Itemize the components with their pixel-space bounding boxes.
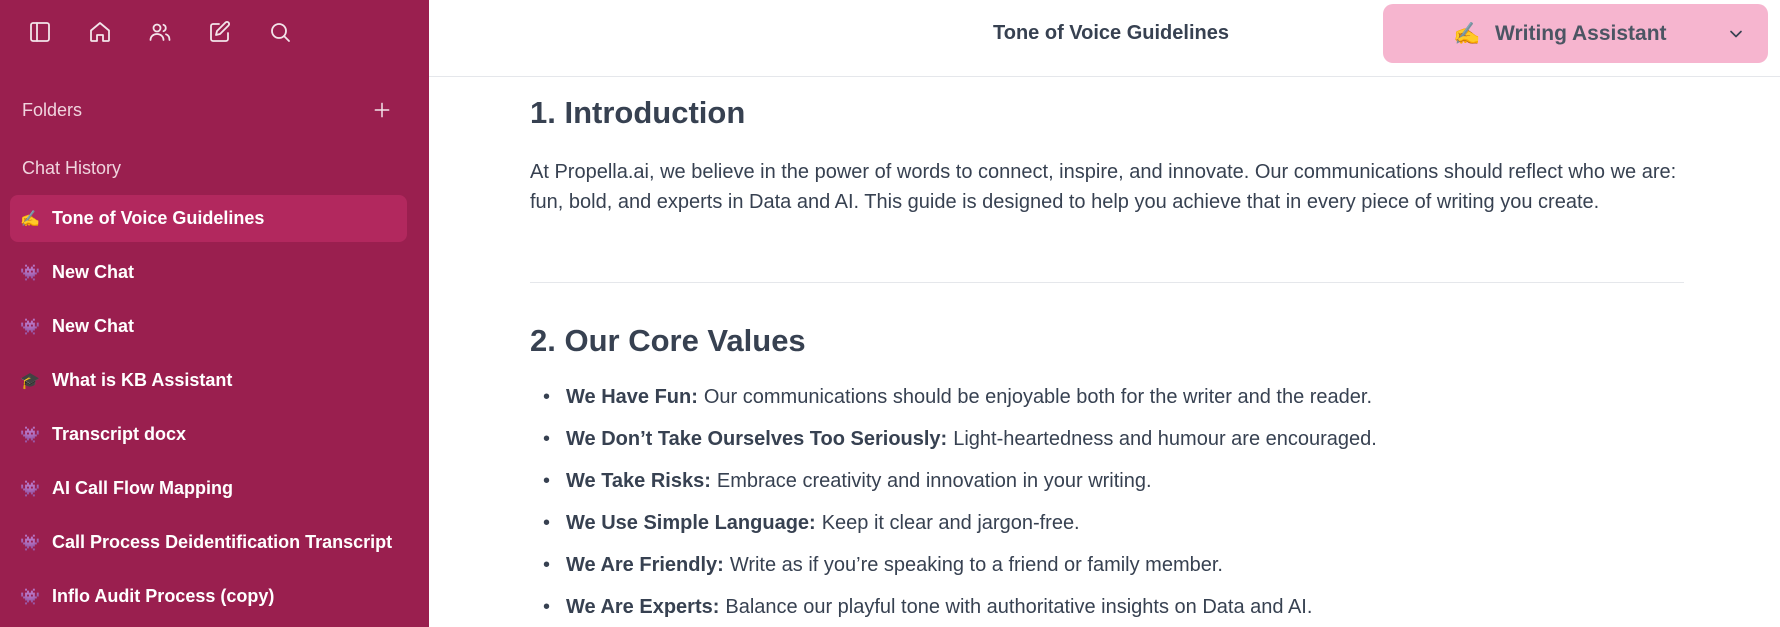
writing-hand-icon: ✍️: [1453, 20, 1481, 46]
value-title: We Have Fun:: [566, 386, 698, 408]
document-header: Tone of Voice Guidelines ✍️ Writing Assi…: [429, 0, 1780, 77]
value-title: We Use Simple Language:: [566, 512, 816, 534]
value-title: We Don’t Take Ourselves Too Seriously:: [566, 428, 948, 450]
sidebar-toolbar: [27, 19, 327, 45]
chat-item-inflo-audit-process[interactable]: 👾 Inflo Audit Process (copy): [10, 573, 407, 620]
sidebar: Folders Chat History ✍️ Tone of Voice Gu…: [0, 0, 429, 627]
folders-label: Folders: [22, 99, 83, 120]
list-item: • We Don’t Take Ourselves Too Seriously: L…: [530, 425, 1684, 467]
graduation-cap-icon: 🎓: [20, 372, 40, 390]
core-values-list: • We Have Fun: Our communications should b…: [530, 383, 1684, 627]
chat-item-label: New Chat: [52, 262, 135, 282]
bullet: •: [543, 386, 551, 408]
bullet: •: [543, 428, 551, 450]
introduction-paragraph: At Propella.ai, we believe in the power …: [530, 161, 1677, 213]
bullet: •: [543, 596, 551, 618]
bullet: •: [543, 554, 551, 576]
chat-item-new-chat[interactable]: 👾 New Chat: [10, 249, 407, 296]
chat-history-label: Chat History: [22, 158, 122, 178]
bullet: •: [543, 512, 551, 534]
chat-item-ai-call-flow-mapping[interactable]: 👾 AI Call Flow Mapping: [10, 465, 407, 512]
alien-monster-icon: 👾: [20, 588, 40, 606]
value-text: Embrace creativity and innovation in you…: [716, 470, 1152, 492]
chat-item-call-process-deidentification[interactable]: 👾 Call Process Deidentification Transcri…: [10, 519, 407, 566]
value-text: Write as if you’re speaking to a friend …: [729, 554, 1223, 576]
value-title: We Are Friendly:: [566, 554, 724, 576]
list-item: • We Are Friendly: Write as if you’re spea…: [530, 551, 1684, 593]
sidebar-toggle-icon[interactable]: [27, 19, 53, 45]
chat-item-what-is-kb-assistant[interactable]: 🎓 What is KB Assistant: [10, 357, 407, 404]
list-item: • We Are Experts: Balance our playful tone…: [530, 593, 1684, 627]
section-divider: [530, 282, 1684, 283]
list-item: • We Use Simple Language: Keep it clear an…: [530, 509, 1684, 551]
search-icon[interactable]: [267, 19, 293, 45]
list-item: • We Have Fun: Our communications should b…: [530, 383, 1684, 425]
assistant-label: Writing Assistant: [1495, 21, 1667, 45]
chat-item-label: Tone of Voice Guidelines: [52, 208, 265, 228]
chat-item-label: What is KB Assistant: [52, 370, 233, 390]
chat-item-label: AI Call Flow Mapping: [52, 478, 233, 498]
chat-item-label: Inflo Audit Process (copy): [52, 586, 275, 606]
alien-monster-icon: 👾: [20, 426, 40, 444]
value-title: We Are Experts:: [566, 596, 720, 618]
section-heading-core-values: 2. Our Core Values: [530, 323, 806, 358]
chat-item-new-chat[interactable]: 👾 New Chat: [10, 303, 407, 350]
alien-monster-icon: 👾: [20, 534, 40, 552]
chat-history-list: ✍️ Tone of Voice Guidelines 👾 New Chat 👾…: [10, 195, 407, 627]
chat-item-label: Call Process Deidentification Transcript: [52, 532, 393, 552]
add-folder-button[interactable]: [370, 98, 394, 122]
value-text: Keep it clear and jargon-free.: [821, 512, 1080, 534]
chat-item-label: New Chat: [52, 316, 135, 336]
alien-monster-icon: 👾: [20, 318, 40, 336]
chat-item-label: Transcript docx: [52, 424, 187, 444]
list-item: • We Take Risks: Embrace creativity and in…: [530, 467, 1684, 509]
edit-icon[interactable]: [207, 19, 233, 45]
folders-header: Folders: [22, 98, 394, 122]
alien-monster-icon: 👾: [20, 480, 40, 498]
section-heading-introduction: 1. Introduction: [530, 95, 746, 130]
value-text: Light-heartedness and humour are encoura…: [953, 428, 1377, 450]
bullet: •: [543, 470, 551, 492]
value-text: Our communications should be enjoyable b…: [703, 386, 1373, 408]
assistant-selector-button[interactable]: ✍️ Writing Assistant: [1383, 4, 1768, 63]
chevron-down-icon: [1726, 24, 1746, 44]
chat-item-tone-of-voice-guidelines[interactable]: ✍️ Tone of Voice Guidelines: [10, 195, 407, 242]
users-icon[interactable]: [147, 19, 173, 45]
value-text: Balance our playful tone with authoritat…: [725, 596, 1313, 618]
value-title: We Take Risks:: [566, 470, 711, 492]
home-icon[interactable]: [87, 19, 113, 45]
plus-icon: [374, 102, 390, 118]
chat-item-transcript-docx[interactable]: 👾 Transcript docx: [10, 411, 407, 458]
alien-monster-icon: 👾: [20, 264, 40, 282]
writing-hand-icon: ✍️: [20, 210, 40, 228]
